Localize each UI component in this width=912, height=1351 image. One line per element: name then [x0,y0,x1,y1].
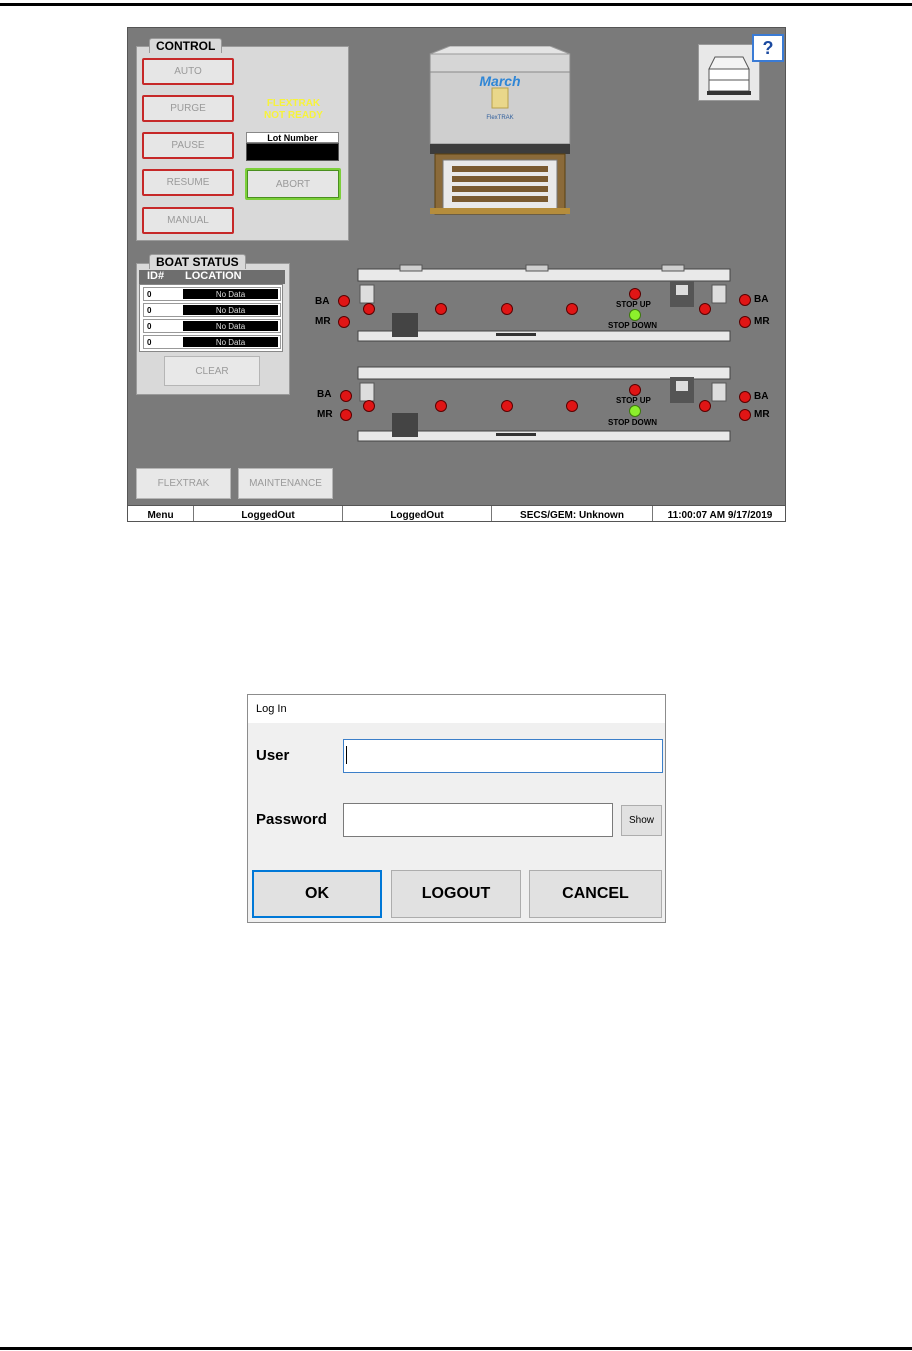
position-sensor-indicator [566,303,578,315]
ba-indicator-left-lower [340,390,352,402]
auto-button[interactable]: AUTO [142,58,234,85]
position-sensor-indicator [699,303,711,315]
help-button[interactable]: ? [752,34,784,62]
boat-id: 0 [147,321,152,331]
stop-down-label-upper: STOP DOWN [608,321,658,330]
ba-indicator-right-upper [739,294,751,306]
control-panel-title: CONTROL [149,38,223,53]
boat-status-header: ID# LOCATION [139,270,285,284]
flextrak-machine-image: March FlexTRAK [429,46,571,215]
text-caret [346,746,347,764]
machine-brand-text: March [479,73,520,89]
position-sensor-indicator [435,400,447,412]
status-menu-button[interactable]: Menu [128,506,194,521]
status-bar: Menu LoggedOut LoggedOut SECS/GEM: Unkno… [128,505,785,521]
login-dialog: Log In User Password Show OK LOGOUT CANC… [247,694,666,923]
mr-label-left-upper: MR [315,316,331,327]
status-user-1: LoggedOut [194,506,343,521]
ba-label-right-upper: BA [754,294,769,305]
ba-label-left-upper: BA [315,296,330,307]
machine-status-line2: NOT READY [264,110,323,121]
status-user-2: LoggedOut [343,506,492,521]
stop-up-indicator-upper [629,288,641,300]
mr-label-right-lower: MR [754,409,770,420]
boat-id: 0 [147,337,152,347]
ba-label-right-lower: BA [754,391,769,402]
boat-location: No Data [183,289,278,299]
boat-location: No Data [183,337,278,347]
table-row: 0 No Data [143,287,281,301]
machine-status-line1: FLEXTRAK [266,98,321,109]
position-sensor-indicator [363,303,375,315]
position-sensor-indicator [501,400,513,412]
password-label: Password [256,811,327,828]
hmi-main-screen: CONTROL AUTO PURGE PAUSE RESUME MANUAL F… [127,27,786,522]
boat-id: 0 [147,305,152,315]
ba-label-left-lower: BA [317,389,332,400]
lot-number-field[interactable] [246,143,339,161]
machine-model-text: FlexTRAK [486,115,513,121]
boat-status-col-location: LOCATION [185,270,242,282]
user-label: User [256,747,290,764]
stop-up-label-upper: STOP UP [616,300,651,309]
mr-label-right-upper: MR [754,316,770,327]
status-secs-gem: SECS/GEM: Unknown [492,506,653,521]
position-sensor-indicator [501,303,513,315]
position-sensor-indicator [699,400,711,412]
mr-indicator-left-upper [338,316,350,328]
maintenance-shortcut-icon[interactable] [698,44,760,101]
ok-button[interactable]: OK [252,870,382,918]
flextrak-button[interactable]: FLEXTRAK [136,468,231,499]
lot-number-label: Lot Number [246,132,339,143]
password-input[interactable] [343,803,613,837]
show-password-button[interactable]: Show [621,805,662,836]
position-sensor-indicator [363,400,375,412]
stop-down-label-lower: STOP DOWN [608,418,658,427]
login-title: Log In [256,703,287,715]
manual-button[interactable]: MANUAL [142,207,234,234]
ba-indicator-right-lower [739,391,751,403]
ba-indicator-left-upper [338,295,350,307]
resume-button[interactable]: RESUME [142,169,234,196]
boat-location: No Data [183,321,278,331]
mr-indicator-right-lower [739,409,751,421]
mr-indicator-right-upper [739,316,751,328]
boat-location: No Data [183,305,278,315]
boat-status-col-id: ID# [147,270,165,282]
bottom-rule [0,1347,912,1350]
maintenance-button[interactable]: MAINTENANCE [238,468,333,499]
mr-indicator-left-lower [340,409,352,421]
pause-button[interactable]: PAUSE [142,132,234,159]
purge-button[interactable]: PURGE [142,95,234,122]
clear-button[interactable]: CLEAR [164,356,260,386]
conveyor-upper-image [357,264,731,342]
stop-up-indicator-lower [629,384,641,396]
status-datetime: 11:00:07 AM 9/17/2019 [667,509,773,521]
top-rule [0,3,912,6]
stop-down-indicator-upper [629,309,641,321]
table-row: 0 No Data [143,319,281,333]
position-sensor-indicator [566,400,578,412]
table-row: 0 No Data [143,335,281,349]
stop-down-indicator-lower [629,405,641,417]
logout-button[interactable]: LOGOUT [391,870,521,918]
mr-label-left-lower: MR [317,409,333,420]
boat-status-title: BOAT STATUS [149,254,246,269]
machine-status-text: FLEXTRAK NOT READY [246,98,341,122]
login-title-bar: Log In [248,695,665,723]
cancel-button[interactable]: CANCEL [529,870,662,918]
table-row: 0 No Data [143,303,281,317]
position-sensor-indicator [435,303,447,315]
stop-up-label-lower: STOP UP [616,396,651,405]
user-input[interactable] [343,739,663,773]
boat-id: 0 [147,289,152,299]
abort-button[interactable]: ABORT [245,168,341,200]
cabinet-icon [707,56,751,95]
boat-status-table: 0 No Data 0 No Data 0 No Data 0 No Data [139,284,283,352]
conveyor-lower-image [357,366,731,442]
